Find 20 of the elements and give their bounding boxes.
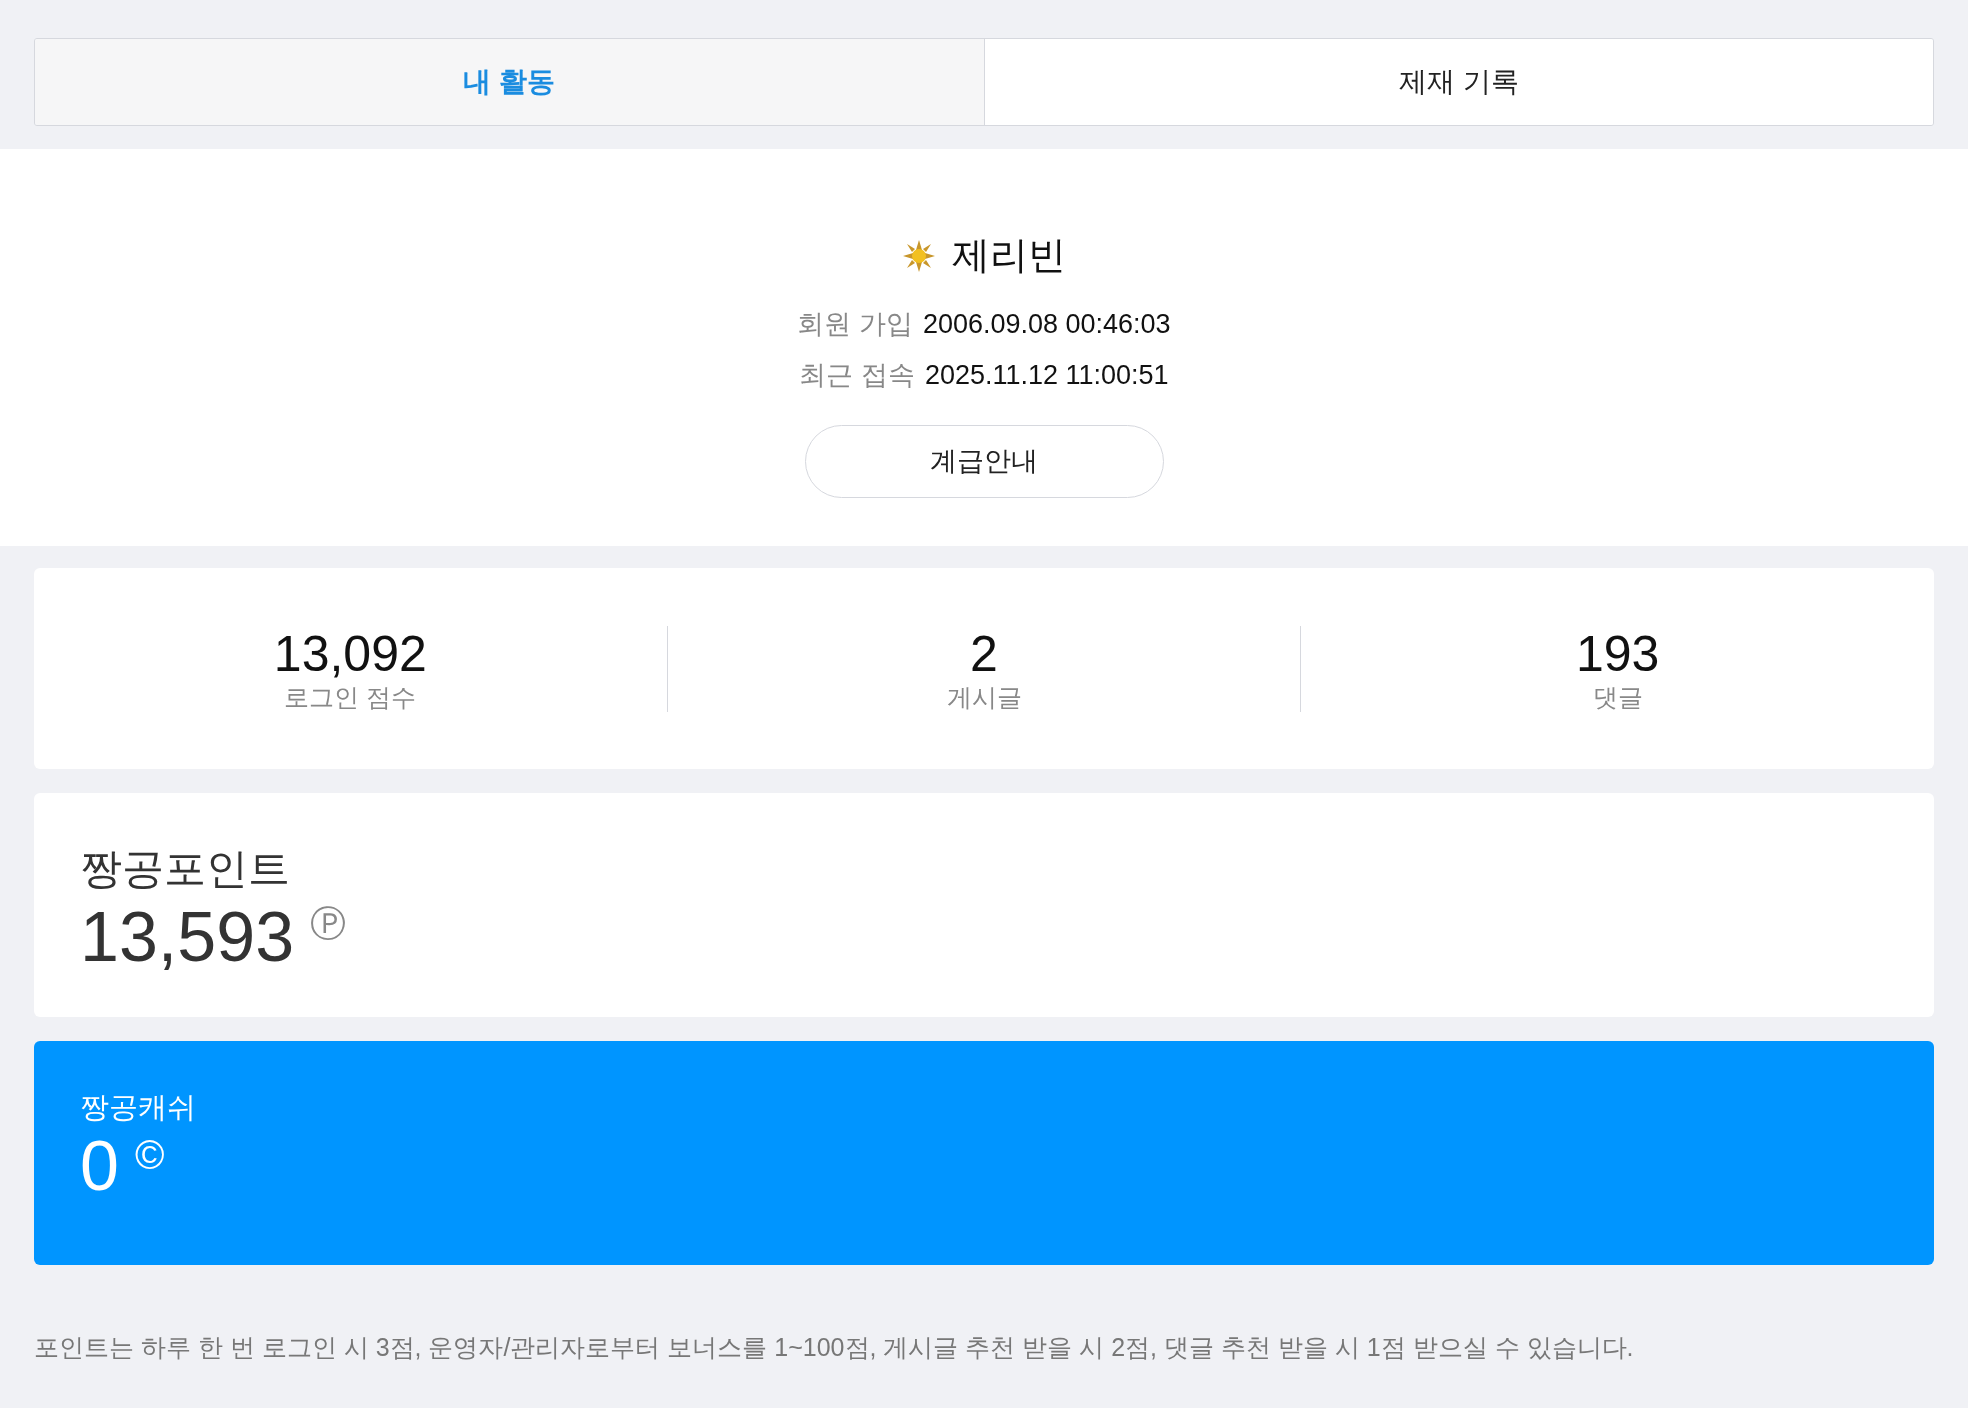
balance-title: 짱공캐쉬 [80,1090,197,1125]
balance-title: 짱공포인트 [80,844,291,894]
currency-symbol: Ⓟ [310,905,347,942]
stat-value: 2 [970,625,998,682]
balance-amount: 13,593 [80,901,295,972]
stat-value: 13,092 [273,625,427,682]
info-value: 2025.11.12 11:00:51 [924,358,1169,392]
stat-label: 댓글 [1592,681,1643,712]
info-label: 최근 접속 [799,358,915,392]
stat-value: 193 [1575,625,1660,682]
info-value: 2006.09.08 00:46:03 [922,308,1171,341]
username: 제리빈 [952,233,1066,278]
stat-label: 게시글 [946,681,1022,712]
currency-symbol: © [134,1135,165,1176]
tab[interactable]: 제재 기록 [983,39,1933,125]
points-note: 포인트는 하루 한 번 로그인 시 3점, 운영자/관리자로부터 보너스를 1~100점, 게시글 추천 받을 시 2점, 댓글 추천 받을 시 1점 받으실 수 있습니다. [34,1332,1635,1363]
balance-amount: 0 [80,1131,119,1202]
info-label: 회원 가입 [797,308,913,341]
rank-guide-button[interactable]: 계급안내 [804,425,1164,498]
stat-label: 로그인 점수 [284,681,417,712]
